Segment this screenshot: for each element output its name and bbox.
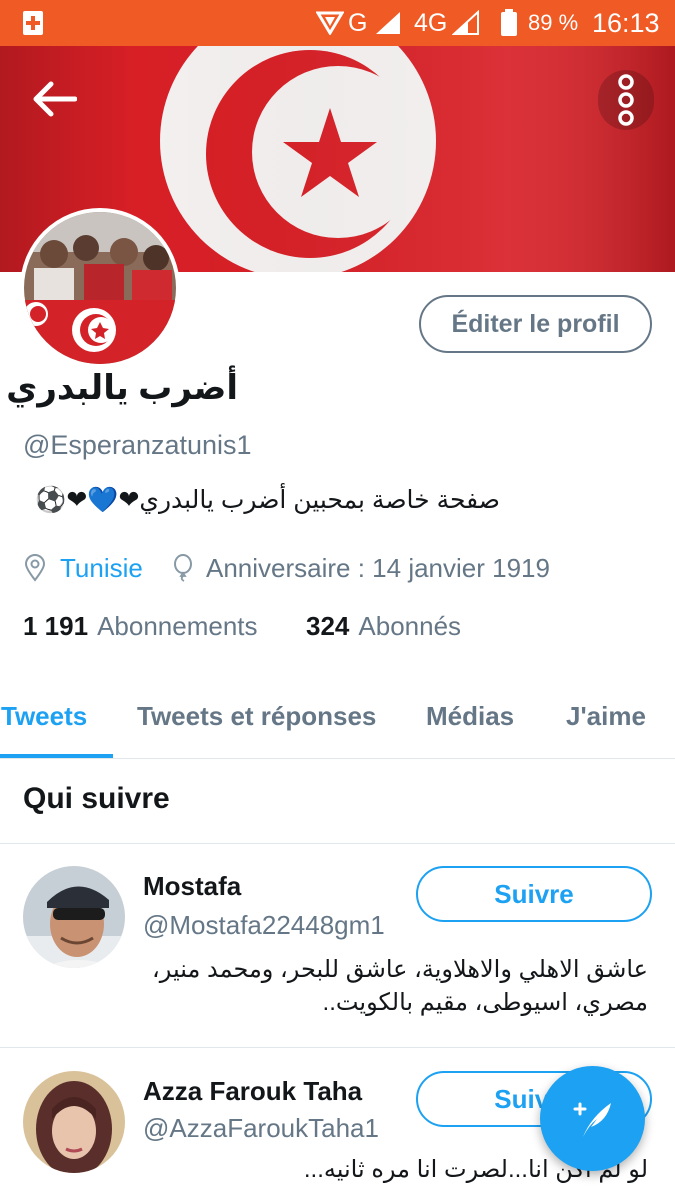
clock: 16:13 [592, 7, 660, 38]
active-tab-indicator [0, 754, 113, 758]
avatar-image [24, 212, 176, 364]
following-label: Abonnements [97, 610, 258, 641]
divider [0, 1047, 675, 1048]
battery-percent: 89 % [528, 10, 579, 35]
user-avatar-azza[interactable] [23, 1071, 125, 1173]
profile-bio: صفحة خاصة بمحبين أضرب يالبدري❤💙❤⚽ [35, 486, 500, 514]
who-to-follow-title: Qui suivre [23, 782, 170, 815]
data-saver-icon [316, 0, 344, 46]
birthday-row: Anniversaire : 14 janvier 1919 [172, 548, 550, 588]
balloon-icon [174, 554, 192, 582]
user-bio: عاشق الاهلي والاهلاوية، عاشق للبحر، ومحم… [151, 956, 648, 1016]
arrow-left-icon [33, 81, 77, 117]
signal-icon-2 [452, 0, 480, 46]
user-avatar-mostafa[interactable] [23, 866, 125, 968]
following-count-link[interactable]: 1 191 Abonnements [23, 608, 258, 644]
user-handle: @Mostafa22448gm1 [143, 910, 385, 940]
signal-icon [374, 0, 402, 46]
location-row: Tunisie [24, 548, 143, 588]
tab-media[interactable]: Médias [426, 690, 514, 742]
compose-tweet-button[interactable] [540, 1066, 645, 1171]
user-name[interactable]: Mostafa [143, 871, 241, 902]
followers-label: Abonnés [358, 610, 462, 641]
followers-count: 324 [306, 610, 350, 641]
back-button[interactable] [24, 72, 84, 126]
following-count: 1 191 [23, 610, 89, 641]
network-4g-label: 4G [414, 8, 448, 37]
battery-icon [500, 0, 518, 46]
profile-handle: @Esperanzatunis1 [23, 430, 252, 460]
more-vertical-icon [618, 74, 634, 126]
birthday-text: Anniversaire : 14 janvier 1919 [206, 552, 550, 583]
status-bar: G 4G 89 % 16:13 [0, 0, 675, 46]
compose-tweet-icon [573, 1102, 611, 1137]
profile-avatar[interactable] [20, 208, 180, 368]
tab-likes[interactable]: J'aime [566, 690, 646, 742]
followers-count-link[interactable]: 324 Abonnés [306, 608, 461, 644]
location-link[interactable]: Tunisie [60, 553, 143, 584]
tab-tweets-replies[interactable]: Tweets et réponses [137, 690, 376, 742]
avatar-image [23, 1071, 125, 1173]
follow-button[interactable]: Suivre [416, 866, 652, 922]
more-options-button[interactable] [598, 70, 654, 130]
network-g-label: G [348, 8, 368, 37]
edit-profile-button[interactable]: Éditer le profil [419, 295, 652, 353]
profile-name: أضرب يالبدري [6, 369, 238, 407]
tab-tweets[interactable]: Tweets [1, 690, 87, 742]
medical-cross-icon [22, 0, 44, 46]
user-handle: @AzzaFaroukTaha1 [143, 1113, 379, 1143]
divider [0, 843, 675, 844]
user-name[interactable]: Azza Farouk Taha [143, 1076, 362, 1107]
location-pin-icon [24, 554, 46, 582]
profile-tabs: Tweets Tweets et réponses Médias J'aime [0, 690, 675, 759]
avatar-image [23, 866, 125, 968]
